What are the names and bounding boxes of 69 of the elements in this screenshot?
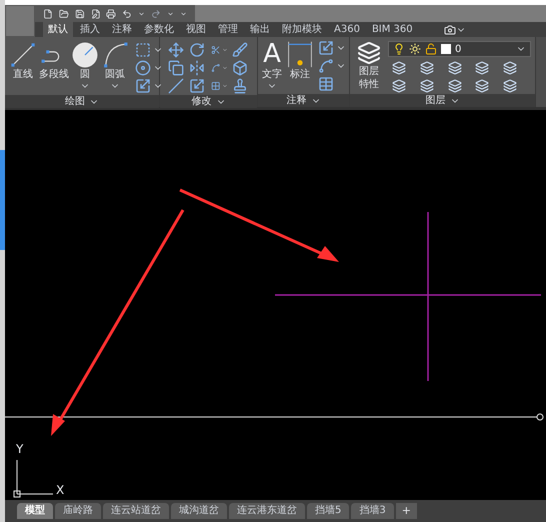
ucs-x-label: X bbox=[56, 482, 64, 499]
layer-tool-icon[interactable] bbox=[503, 79, 518, 93]
tool-label[interactable]: 文字 bbox=[262, 69, 282, 81]
brush-icon[interactable] bbox=[232, 42, 248, 58]
sun-icon bbox=[409, 43, 421, 55]
tool-label[interactable]: 直线 bbox=[13, 69, 33, 81]
panel-title[interactable]: 修改 bbox=[160, 95, 257, 108]
leader-icon[interactable] bbox=[318, 58, 334, 74]
color-swatch bbox=[441, 44, 451, 54]
layer-tool-icon[interactable] bbox=[448, 61, 462, 75]
ucs-axes-icon bbox=[14, 460, 54, 498]
tool-label[interactable]: 圆 bbox=[80, 69, 90, 81]
layout-tab[interactable]: 连云港东道岔 bbox=[229, 503, 305, 519]
add-layout-button[interactable]: + bbox=[396, 503, 417, 519]
layout-tab[interactable]: 连云站道岔 bbox=[103, 503, 169, 519]
ribbon-tab[interactable]: 插入 bbox=[75, 22, 105, 37]
layout-tab[interactable]: 挡墙3 bbox=[351, 503, 394, 519]
ribbon-tab[interactable]: 输出 bbox=[245, 22, 275, 37]
layer-tool-icon[interactable] bbox=[392, 61, 406, 75]
rotate-icon[interactable] bbox=[189, 42, 206, 58]
bulb-icon bbox=[393, 43, 405, 55]
panel-title[interactable]: 注释 bbox=[258, 94, 349, 107]
layer-tool-icon[interactable] bbox=[448, 79, 462, 93]
ucs-y-label: Y bbox=[16, 441, 24, 458]
layer-properties-label[interactable]: 特性 bbox=[359, 78, 379, 91]
tool-label[interactable]: 多段线 bbox=[39, 69, 69, 81]
layer-tool-icon[interactable] bbox=[475, 79, 490, 93]
unlock-icon bbox=[425, 43, 437, 55]
cube-icon[interactable] bbox=[232, 60, 248, 76]
layout-tab[interactable]: 庙岭路 bbox=[55, 503, 101, 519]
layer-tool-icon[interactable] bbox=[503, 61, 518, 75]
ribbon-tab[interactable]: 参数化 bbox=[139, 22, 179, 37]
tool-label[interactable]: 标注 bbox=[290, 69, 310, 81]
camera-icon[interactable] bbox=[444, 24, 456, 36]
layer-dropdown[interactable]: 0 bbox=[388, 41, 531, 57]
layer-tool-icon[interactable] bbox=[475, 61, 490, 75]
ribbon-tab[interactable]: A360 bbox=[329, 22, 365, 37]
ribbon-tab[interactable]: 注释 bbox=[107, 22, 137, 37]
save-as-icon[interactable] bbox=[90, 6, 100, 20]
print-icon[interactable] bbox=[106, 6, 116, 20]
move-icon[interactable] bbox=[168, 42, 184, 58]
ribbon-tab[interactable]: 管理 bbox=[213, 22, 243, 37]
layout-tab[interactable]: 模型 bbox=[17, 503, 53, 519]
table-icon[interactable] bbox=[318, 76, 334, 92]
text-tool-glyph[interactable]: A bbox=[263, 39, 281, 69]
ribbon-tab[interactable]: 附加模块 bbox=[277, 22, 327, 37]
ribbon-tab[interactable]: BIM 360 bbox=[366, 22, 418, 37]
layer-properties-label[interactable]: 图层 bbox=[359, 65, 379, 78]
ribbon-tab[interactable]: 默认 bbox=[43, 22, 73, 37]
rectangle-icon[interactable] bbox=[135, 42, 151, 58]
layout-tab[interactable]: 挡墙5 bbox=[307, 503, 350, 519]
line-icon bbox=[9, 41, 37, 69]
layout-tab[interactable]: 城沟道岔 bbox=[171, 503, 227, 519]
layer-tool-icon[interactable] bbox=[392, 79, 406, 93]
arc-icon bbox=[101, 41, 129, 69]
mirror-icon[interactable] bbox=[189, 60, 206, 76]
layers-icon[interactable] bbox=[357, 41, 381, 65]
new-file-icon[interactable] bbox=[43, 6, 53, 20]
copy-icon[interactable] bbox=[168, 60, 184, 76]
panel-title[interactable]: 绘图 bbox=[5, 95, 159, 108]
tool-label[interactable]: 圆弧 bbox=[105, 69, 125, 81]
layer-tool-icon[interactable] bbox=[420, 61, 434, 75]
stamp-icon[interactable] bbox=[232, 78, 248, 94]
layer-tool-icon[interactable] bbox=[420, 79, 434, 93]
layer-name: 0 bbox=[455, 42, 462, 56]
panel-title[interactable]: 图层 bbox=[350, 94, 535, 107]
ribbon-tab[interactable]: 视图 bbox=[181, 22, 211, 37]
dimension-icon[interactable] bbox=[286, 39, 314, 69]
circle-icon bbox=[71, 41, 99, 69]
